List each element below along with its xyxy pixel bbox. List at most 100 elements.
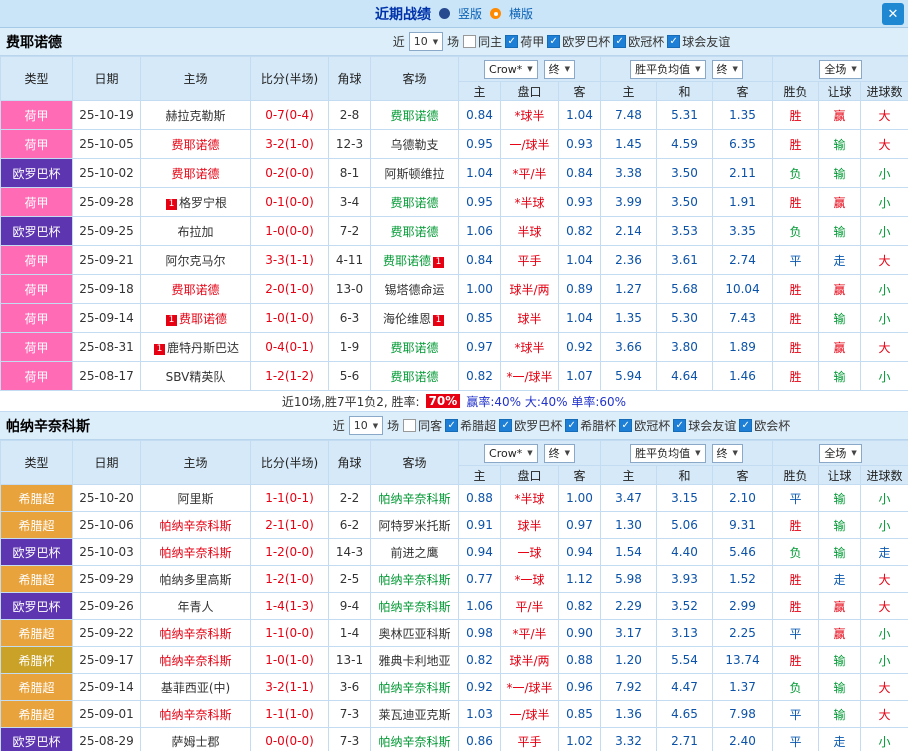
away-team[interactable]: 帕纳辛奈科斯: [370, 565, 459, 593]
checkbox-checked-icon[interactable]: ✓: [667, 35, 681, 48]
filter-bar: 近 10 ▼ 场 同客 ✓ 希腊超 ✓ 欧罗巴杯 ✓ 希腊杯 ✓ 欧冠杯 ✓ 球会友谊 ✓ 欧会杯: [221, 416, 902, 435]
checkbox-checked-icon[interactable]: ✓: [547, 35, 561, 48]
home-team[interactable]: 萨姆士郡: [140, 727, 251, 751]
checkbox-unchecked-icon[interactable]: [403, 419, 417, 432]
away-team[interactable]: 帕纳辛奈科斯: [370, 673, 459, 701]
away-team[interactable]: 雅典卡利地亚: [370, 646, 459, 674]
checkbox-checked-icon[interactable]: ✓: [499, 419, 513, 432]
filter-checkbox[interactable]: ✓ 希腊杯: [565, 417, 616, 434]
avg-source-select[interactable]: 胜平负均值 ▼: [630, 443, 706, 463]
away-team[interactable]: 乌德勒支: [370, 129, 459, 159]
result-goals: 大: [860, 565, 908, 593]
home-team[interactable]: 费耶诺德: [140, 129, 251, 159]
avg-time-select[interactable]: 终 ▼: [711, 59, 743, 79]
checkbox-checked-icon[interactable]: ✓: [619, 419, 633, 432]
home-team[interactable]: 阿尔克马尔: [140, 245, 251, 275]
filter-checkbox[interactable]: ✓ 球会友谊: [667, 33, 730, 50]
checkbox-checked-icon[interactable]: ✓: [739, 419, 753, 432]
filter-checkbox[interactable]: ✓ 希腊超: [445, 417, 496, 434]
away-team[interactable]: 海伦维恩 1: [370, 303, 459, 333]
filter-checkbox[interactable]: 同主: [463, 33, 502, 50]
home-team[interactable]: 布拉加: [140, 216, 251, 246]
match-count-select[interactable]: 10 ▼: [348, 416, 384, 435]
match-row: 希腊超 25-10-20 阿里斯 1-1(0-1) 2-2 帕纳辛奈科斯 0.88 *半球 1.…: [0, 484, 908, 512]
col-away: 客场: [370, 56, 459, 101]
radio-horizontal-label[interactable]: 横版: [509, 5, 533, 22]
away-team[interactable]: 费耶诺德 1: [370, 245, 459, 275]
checkbox-checked-icon[interactable]: ✓: [505, 35, 519, 48]
filter-checkbox[interactable]: ✓ 欧罗巴杯: [547, 33, 610, 50]
away-team[interactable]: 费耶诺德: [370, 100, 459, 130]
corner-count: 14-3: [328, 538, 371, 566]
home-team[interactable]: 帕纳辛奈科斯: [140, 511, 251, 539]
home-team[interactable]: 1 鹿特丹斯巴达: [140, 332, 251, 362]
checkbox-checked-icon[interactable]: ✓: [445, 419, 459, 432]
home-team[interactable]: 帕纳多里高斯: [140, 565, 251, 593]
odds-source-select[interactable]: Crow* ▼: [484, 443, 538, 463]
away-team[interactable]: 费耶诺德: [370, 187, 459, 217]
odds-source-select[interactable]: Crow* ▼: [484, 59, 538, 79]
home-team[interactable]: 年青人: [140, 592, 251, 620]
match-row: 荷甲 25-09-14 1 费耶诺德 1-0(1-0) 6-3 海伦维恩 1 0.85 球半 1.0…: [0, 303, 908, 333]
away-team[interactable]: 阿斯顿维拉: [370, 158, 459, 188]
home-team[interactable]: 费耶诺德: [140, 158, 251, 188]
away-team[interactable]: 帕纳辛奈科斯: [370, 592, 459, 620]
checkbox-checked-icon[interactable]: ✓: [565, 419, 579, 432]
match-date: 25-09-14: [72, 673, 141, 701]
away-team[interactable]: 莱瓦迪亚克斯: [370, 700, 459, 728]
away-team[interactable]: 奥林匹亚科斯: [370, 619, 459, 647]
filter-checkbox[interactable]: ✓ 欧会杯: [739, 417, 790, 434]
away-team[interactable]: 帕纳辛奈科斯: [370, 727, 459, 751]
away-team[interactable]: 费耶诺德: [370, 216, 459, 246]
league-filter-checkboxes: 同客 ✓ 希腊超 ✓ 欧罗巴杯 ✓ 希腊杯 ✓ 欧冠杯 ✓ 球会友谊 ✓ 欧会杯: [403, 417, 790, 434]
away-team[interactable]: 前进之鹰: [370, 538, 459, 566]
away-team[interactable]: 费耶诺德: [370, 332, 459, 362]
home-team[interactable]: 基菲西亚(中): [140, 673, 251, 701]
filter-checkbox[interactable]: ✓ 欧罗巴杯: [499, 417, 562, 434]
result-winlose: 负: [772, 538, 820, 566]
odds-time-select[interactable]: 终 ▼: [543, 443, 575, 463]
away-team[interactable]: 费耶诺德: [370, 361, 459, 391]
match-count-select[interactable]: 10 ▼: [408, 32, 444, 51]
filter-checkbox[interactable]: 同客: [403, 417, 442, 434]
scope-select[interactable]: 全场 ▼: [819, 59, 862, 79]
radio-horizontal-icon[interactable]: [490, 8, 501, 19]
result-handicap: 输: [818, 511, 862, 539]
match-score: 1-2(1-2): [250, 361, 329, 391]
close-icon[interactable]: ✕: [882, 3, 904, 25]
match-row: 希腊超 25-09-14 基菲西亚(中) 3-2(1-1) 3-6 帕纳辛奈科斯 0.92 *…: [0, 673, 908, 701]
filter-checkbox[interactable]: ✓ 荷甲: [505, 33, 544, 50]
handicap-line: 平/半: [500, 592, 559, 620]
col-score: 比分(半场): [250, 440, 329, 485]
filter-checkbox[interactable]: ✓ 球会友谊: [673, 417, 736, 434]
away-team[interactable]: 帕纳辛奈科斯: [370, 484, 459, 512]
radio-vertical-icon[interactable]: [438, 8, 450, 19]
home-team[interactable]: 费耶诺德: [140, 274, 251, 304]
home-team[interactable]: 帕纳辛奈科斯: [140, 538, 251, 566]
checkbox-checked-icon[interactable]: ✓: [613, 35, 627, 48]
home-team[interactable]: 阿里斯: [140, 484, 251, 512]
home-team[interactable]: 帕纳辛奈科斯: [140, 700, 251, 728]
result-winlose: 胜: [772, 592, 820, 620]
avg-odds-away: 2.74: [712, 245, 774, 275]
home-team[interactable]: 帕纳辛奈科斯: [140, 619, 251, 647]
avg-time-select[interactable]: 终 ▼: [711, 443, 743, 463]
filter-checkbox[interactable]: ✓ 欧冠杯: [613, 33, 664, 50]
scope-select[interactable]: 全场 ▼: [819, 443, 862, 463]
handicap-line: *球半: [500, 100, 559, 130]
home-team[interactable]: 帕纳辛奈科斯: [140, 646, 251, 674]
home-team[interactable]: SBV精英队: [140, 361, 251, 391]
checkbox-checked-icon[interactable]: ✓: [673, 419, 687, 432]
away-team[interactable]: 锡塔德命运: [370, 274, 459, 304]
home-team[interactable]: 1 格罗宁根: [140, 187, 251, 217]
avg-odds-away: 2.25: [712, 619, 774, 647]
radio-vertical-label[interactable]: 竖版: [458, 5, 482, 22]
home-team[interactable]: 1 费耶诺德: [140, 303, 251, 333]
odds-time-select[interactable]: 终 ▼: [543, 59, 575, 79]
avg-source-select[interactable]: 胜平负均值 ▼: [630, 59, 706, 79]
corner-count: 9-4: [328, 592, 371, 620]
away-team[interactable]: 阿特罗米托斯: [370, 511, 459, 539]
filter-checkbox[interactable]: ✓ 欧冠杯: [619, 417, 670, 434]
checkbox-unchecked-icon[interactable]: [463, 35, 477, 48]
home-team[interactable]: 赫拉克勒斯: [140, 100, 251, 130]
